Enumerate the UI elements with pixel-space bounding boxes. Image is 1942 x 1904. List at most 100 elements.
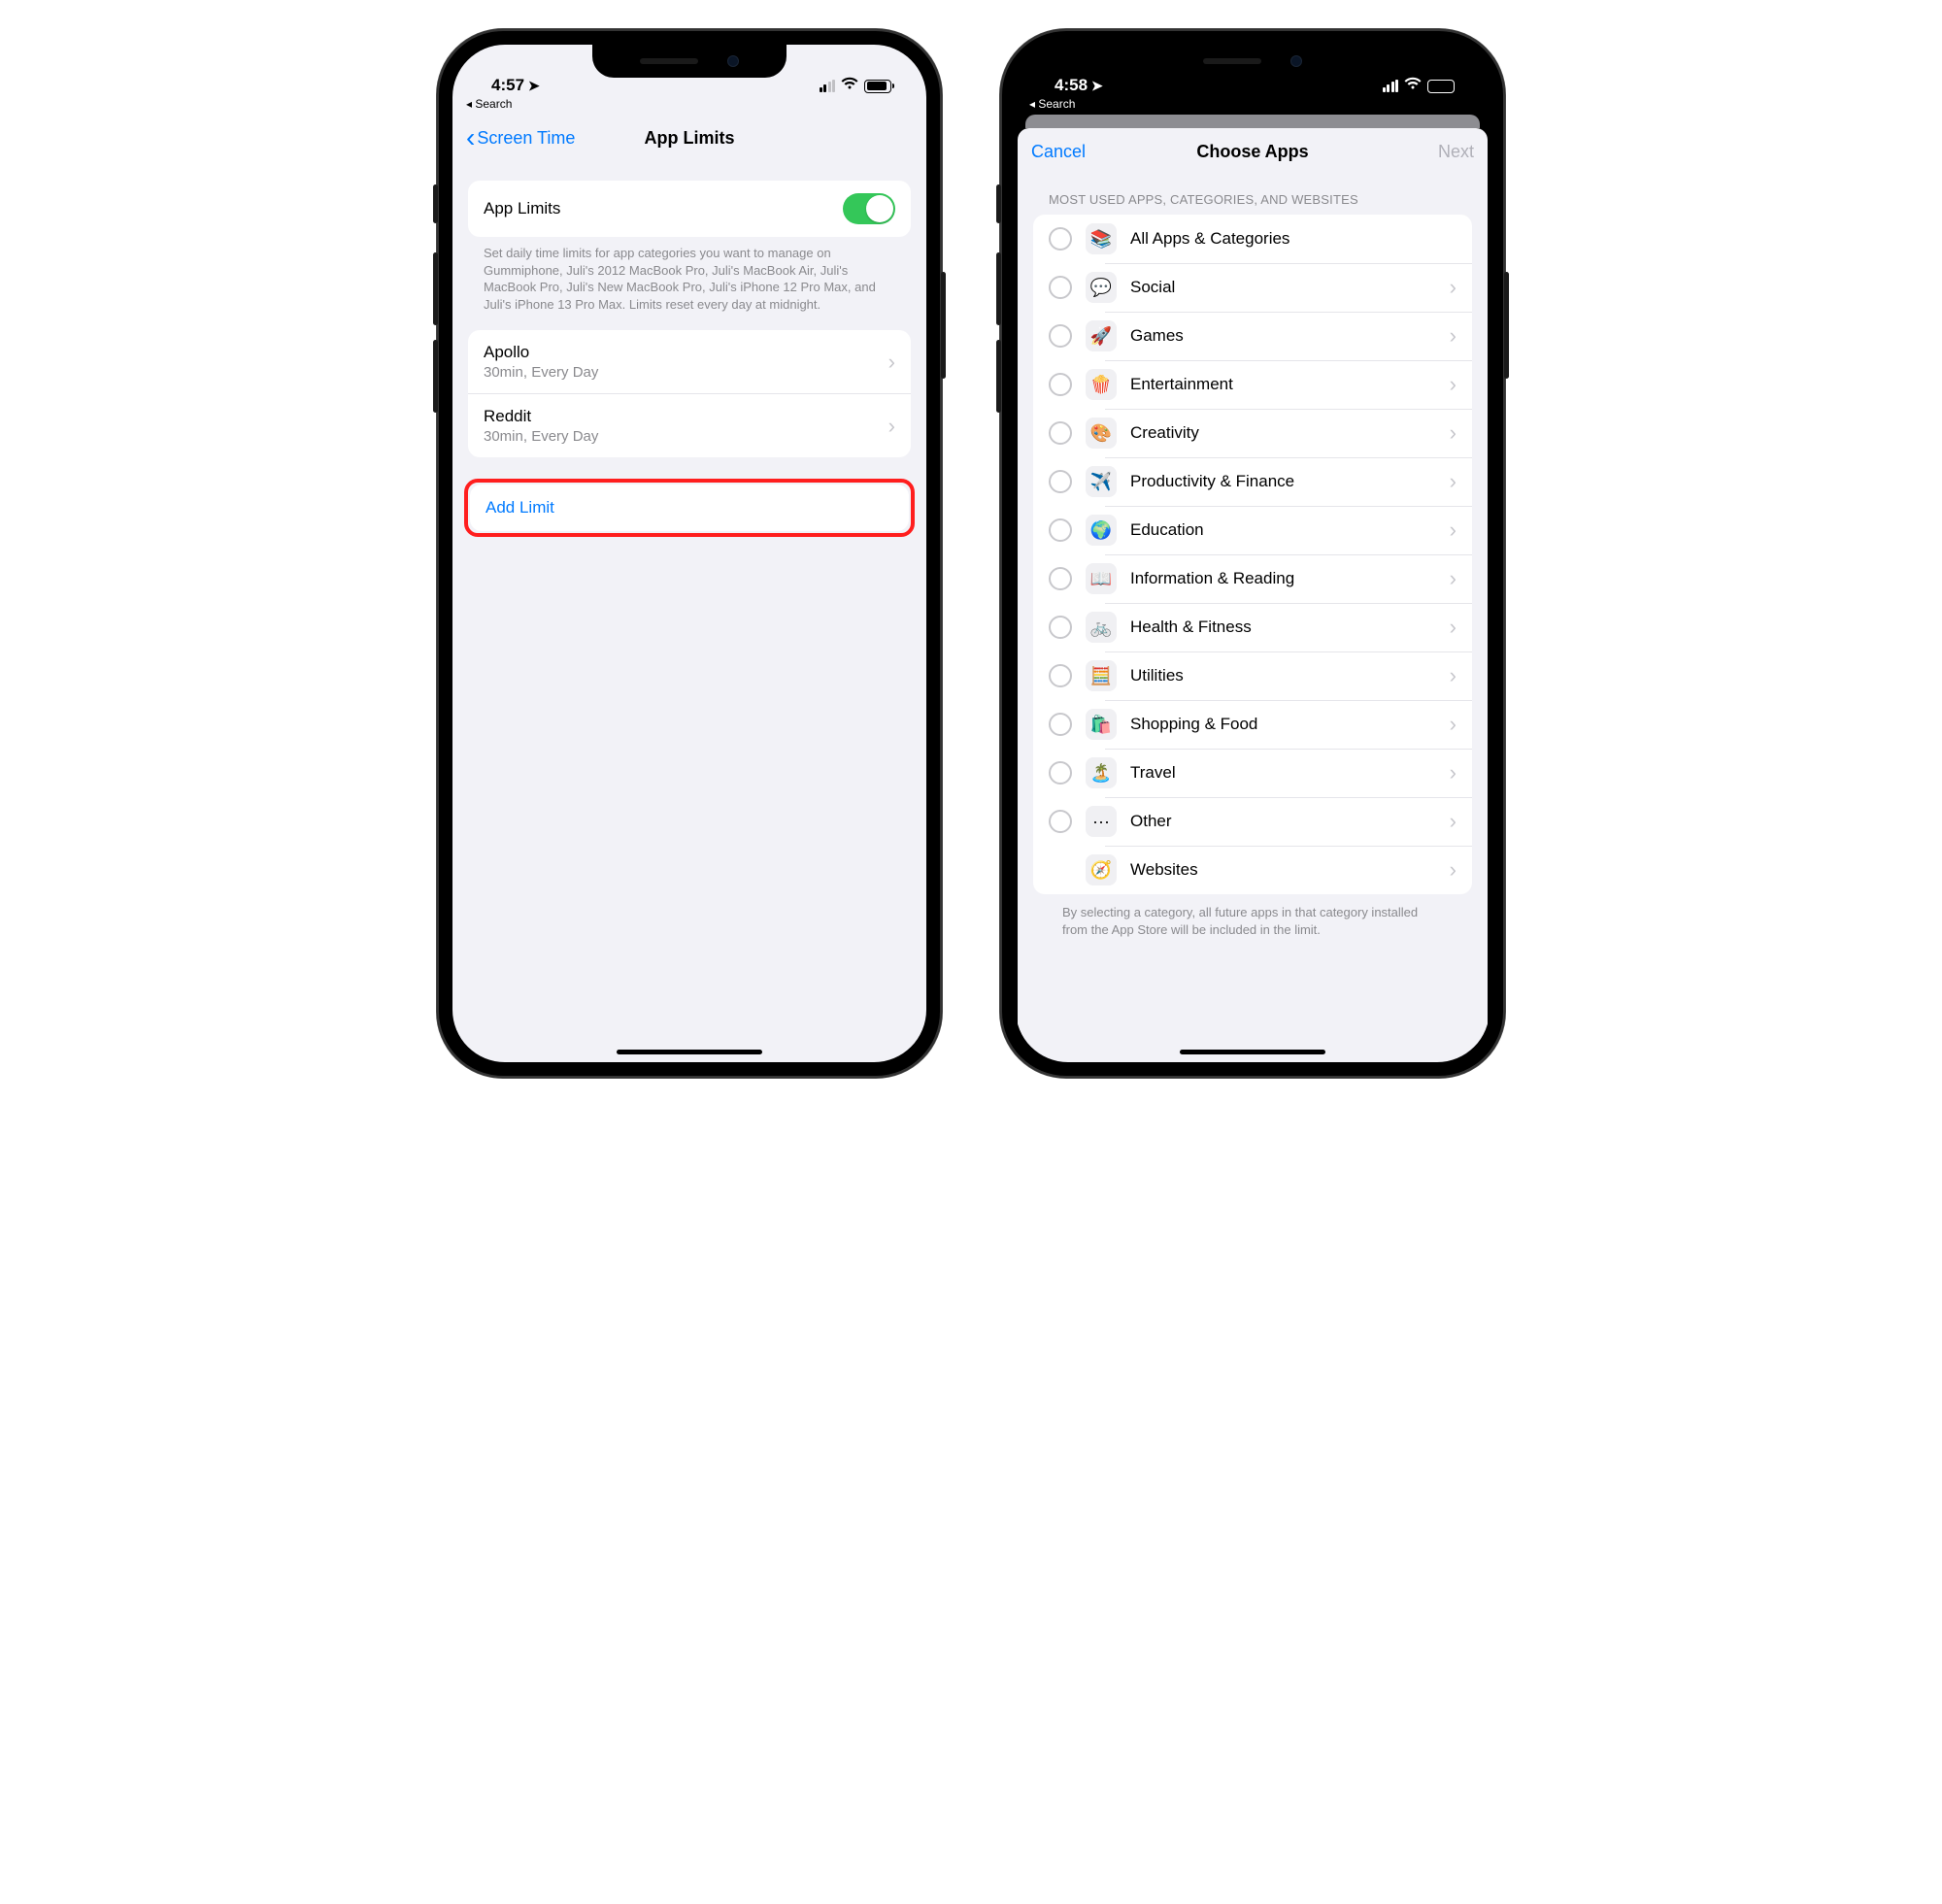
footer-note: By selecting a category, all future apps… [1033, 894, 1472, 949]
limit-name: Apollo [484, 343, 598, 362]
category-label: Education [1130, 520, 1204, 540]
category-row[interactable]: ✈️Productivity & Finance› [1033, 457, 1472, 506]
category-row[interactable]: 🚀 Games › [1033, 312, 1472, 360]
category-label: Games [1130, 326, 1184, 346]
location-icon: ➤ [1091, 78, 1103, 94]
limits-list: Apollo 30min, Every Day › Reddit 30min, … [468, 330, 911, 457]
category-row[interactable]: ··· Other › [1033, 797, 1472, 846]
chevron-right-icon: › [1450, 857, 1456, 883]
category-row[interactable]: 💬 Social › [1033, 263, 1472, 312]
chevron-right-icon: › [1450, 469, 1456, 494]
radio-unchecked-icon[interactable] [1049, 324, 1072, 348]
category-row[interactable]: 🌍Education› [1033, 506, 1472, 554]
breadcrumb-back[interactable]: ◂ Search [1016, 97, 1490, 115]
limit-detail: 30min, Every Day [484, 364, 598, 381]
app-limits-description: Set daily time limits for app categories… [468, 237, 911, 330]
cellular-icon [820, 81, 836, 92]
category-icon: 🚲 [1086, 612, 1117, 643]
radio-unchecked-icon[interactable] [1049, 713, 1072, 736]
category-icon: 💬 [1086, 272, 1117, 303]
add-limit-label: Add Limit [486, 498, 554, 518]
category-row[interactable]: 🚲Health & Fitness› [1033, 603, 1472, 651]
breadcrumb-back[interactable]: ◂ Search [452, 97, 926, 115]
categories-list: 📚All Apps & Categories 💬 Social › 🚀 Games › 🍿 En… [1033, 215, 1472, 894]
radio-unchecked-icon[interactable] [1049, 518, 1072, 542]
radio-unchecked-icon[interactable] [1049, 761, 1072, 785]
nav-back-button[interactable]: ‹ Screen Time [466, 124, 575, 151]
notch [1155, 45, 1350, 78]
radio-unchecked-icon[interactable] [1049, 373, 1072, 396]
chevron-right-icon: › [1450, 275, 1456, 300]
limit-name: Reddit [484, 407, 598, 426]
category-label: Information & Reading [1130, 569, 1294, 588]
category-icon: 🎨 [1086, 418, 1117, 449]
category-row[interactable]: 🎨Creativity› [1033, 409, 1472, 457]
category-icon: ··· [1086, 806, 1117, 837]
radio-unchecked-icon[interactable] [1049, 810, 1072, 833]
limit-row-reddit[interactable]: Reddit 30min, Every Day › [468, 393, 911, 457]
chevron-right-icon: › [1450, 323, 1456, 349]
category-icon: 🌍 [1086, 515, 1117, 546]
category-label: Other [1130, 812, 1172, 831]
phone-left: 4:57 ➤ ◂ Search ‹ Screen Time App Limits [437, 29, 942, 1078]
category-row[interactable]: 🛍️Shopping & Food› [1033, 700, 1472, 749]
category-label: Entertainment [1130, 375, 1233, 394]
category-icon: 🚀 [1086, 320, 1117, 351]
chevron-right-icon: › [1450, 663, 1456, 688]
radio-unchecked-icon[interactable] [1049, 276, 1072, 299]
wifi-icon [841, 77, 858, 95]
add-limit-highlight: Add Limit [464, 479, 915, 537]
battery-icon: .phone:last-child .battery::after{backgr… [1427, 80, 1455, 93]
home-indicator[interactable] [1180, 1050, 1325, 1054]
sheet-backdrop [1025, 115, 1480, 128]
category-row[interactable]: 📚All Apps & Categories [1033, 215, 1472, 263]
category-row-websites[interactable]: 🧭Websites› [1033, 846, 1472, 894]
status-time: 4:58 [1055, 76, 1088, 95]
chevron-left-icon: ‹ [466, 124, 475, 151]
radio-unchecked-icon[interactable] [1049, 567, 1072, 590]
cancel-button[interactable]: Cancel [1031, 142, 1086, 162]
add-limit-button[interactable]: Add Limit [470, 484, 909, 531]
chevron-right-icon: › [1450, 809, 1456, 834]
chevron-right-icon: › [1450, 372, 1456, 397]
category-label: Websites [1130, 860, 1198, 880]
next-button[interactable]: Next [1438, 142, 1474, 162]
chevron-right-icon: › [1450, 760, 1456, 785]
toggle-label: App Limits [484, 199, 560, 218]
chevron-right-icon: › [1450, 566, 1456, 591]
category-icon: ✈️ [1086, 466, 1117, 497]
chevron-right-icon: › [1450, 420, 1456, 446]
radio-unchecked-icon[interactable] [1049, 227, 1072, 251]
category-icon: 🧮 [1086, 660, 1117, 691]
limit-row-apollo[interactable]: Apollo 30min, Every Day › [468, 330, 911, 393]
status-time: 4:57 [491, 76, 524, 95]
radio-unchecked-icon[interactable] [1049, 470, 1072, 493]
category-label: Travel [1130, 763, 1176, 783]
category-icon: 🍿 [1086, 369, 1117, 400]
home-indicator[interactable] [617, 1050, 762, 1054]
nav-back-label: Screen Time [477, 128, 575, 149]
chevron-right-icon: › [1450, 712, 1456, 737]
category-row[interactable]: 🍿 Entertainment › [1033, 360, 1472, 409]
category-row[interactable]: 🏝️Travel› [1033, 749, 1472, 797]
category-label: Social [1130, 278, 1175, 297]
chevron-right-icon: › [888, 414, 895, 439]
cellular-icon [1383, 81, 1399, 92]
app-limits-toggle[interactable] [843, 193, 895, 224]
radio-unchecked-icon[interactable] [1049, 664, 1072, 687]
category-icon: 🛍️ [1086, 709, 1117, 740]
category-row[interactable]: 🧮 Utilities › [1033, 651, 1472, 700]
phone-right: 4:58 ➤ .phone:last-child .battery::after… [1000, 29, 1505, 1078]
category-label: Health & Fitness [1130, 618, 1252, 637]
category-label: Utilities [1130, 666, 1184, 685]
radio-unchecked-icon[interactable] [1049, 616, 1072, 639]
location-icon: ➤ [528, 78, 540, 94]
category-icon: 📚 [1086, 223, 1117, 254]
category-row[interactable]: 📖 Information & Reading › [1033, 554, 1472, 603]
app-limits-toggle-card: App Limits [468, 181, 911, 237]
category-icon: 📖 [1086, 563, 1117, 594]
notch [592, 45, 787, 78]
battery-icon [864, 80, 891, 93]
limit-detail: 30min, Every Day [484, 428, 598, 445]
radio-unchecked-icon[interactable] [1049, 421, 1072, 445]
